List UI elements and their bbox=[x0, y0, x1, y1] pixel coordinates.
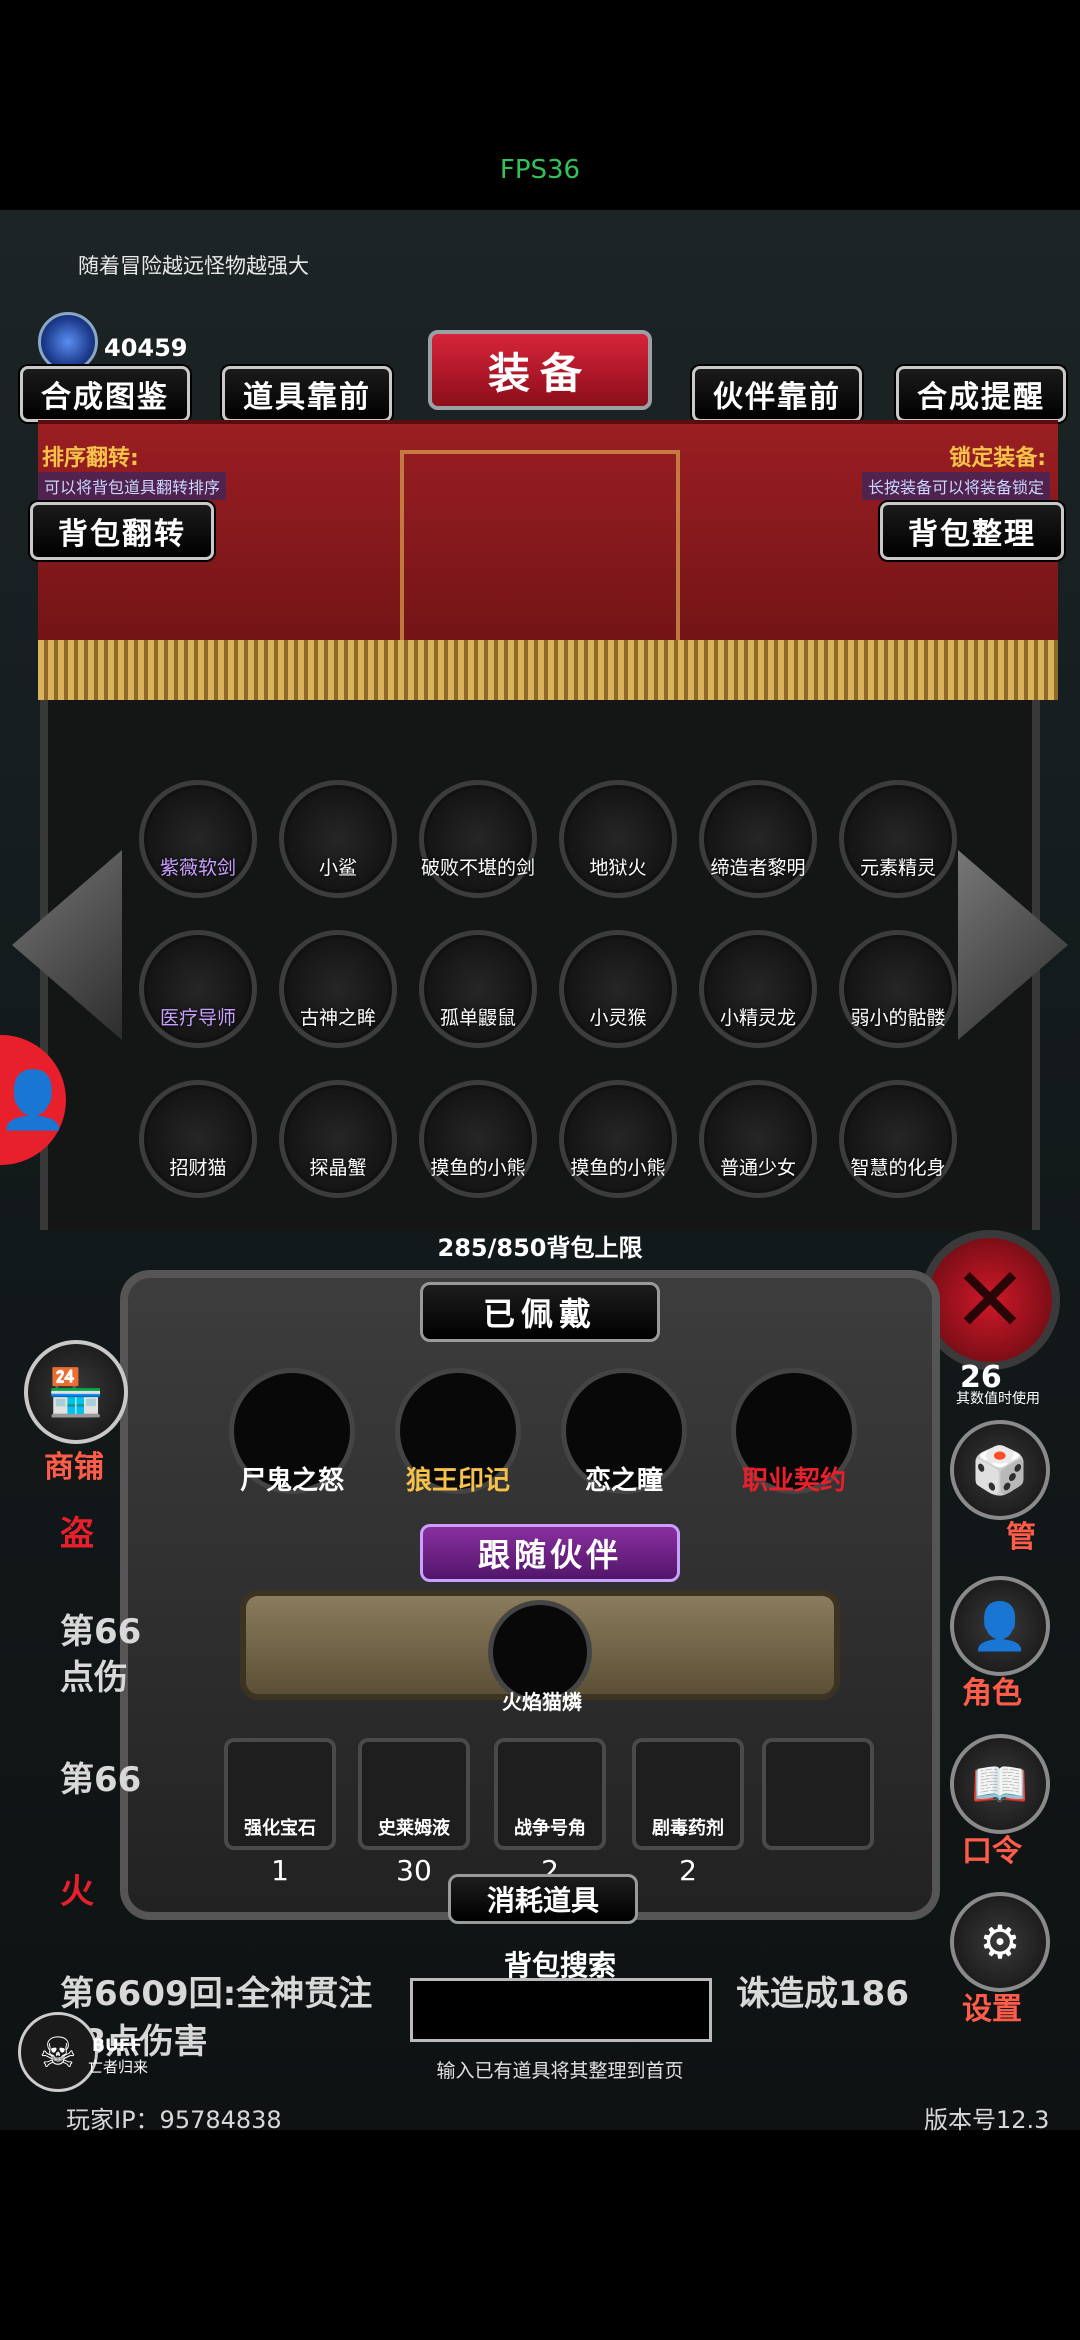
inventory-item-label: 普通少女 bbox=[719, 1157, 796, 1179]
shop-label: 商铺 bbox=[44, 1450, 104, 1485]
inventory-item-label: 元素精灵 bbox=[859, 857, 936, 879]
settings-label: 设置 bbox=[962, 1992, 1022, 2027]
inventory-item-label: 小鲨 bbox=[318, 857, 357, 879]
version-label: 版本号12.3 bbox=[924, 2106, 1050, 2134]
bag-sort-button[interactable]: 背包整理 bbox=[880, 502, 1064, 560]
shop-icon[interactable]: 🏪 bbox=[24, 1340, 128, 1444]
inventory-item-label: 医疗导师 bbox=[159, 1007, 236, 1029]
inventory-item-label: 摸鱼的小熊 bbox=[430, 1157, 526, 1179]
witch-icon[interactable] bbox=[699, 1080, 817, 1198]
equipped-item-label: 尸鬼之怒 bbox=[239, 1466, 344, 1496]
inventory-item-label: 破败不堪的剑 bbox=[420, 857, 535, 879]
inventory-item-label: 紫薇软剑 bbox=[159, 857, 236, 879]
side-value-note: 其数值时使用 bbox=[956, 1391, 1040, 1407]
consumable-label: 剧毒药剂 bbox=[652, 1818, 724, 1839]
scorpion-icon[interactable] bbox=[839, 780, 957, 898]
empty-slot[interactable] bbox=[762, 1738, 874, 1850]
consumables-title: 消耗道具 bbox=[448, 1874, 638, 1924]
fps-counter: FPS36 bbox=[499, 155, 581, 185]
manage-label: 管 bbox=[1006, 1520, 1036, 1555]
adventure-hint: 随着冒险越远怪物越强大 bbox=[78, 254, 309, 278]
inventory-item-label: 孤单鼹鼠 bbox=[439, 1007, 516, 1029]
sort-flip-desc: 可以将背包道具翻转排序 bbox=[38, 472, 227, 500]
sword-icon[interactable] bbox=[139, 780, 257, 898]
dice-icon[interactable]: 🎲 bbox=[950, 1420, 1050, 1520]
partners-first-button[interactable]: 伙伴靠前 bbox=[692, 366, 862, 422]
shark-icon[interactable] bbox=[279, 780, 397, 898]
mole-icon[interactable] bbox=[419, 930, 537, 1048]
lock-equip-desc: 长按装备可以将装备锁定 bbox=[861, 472, 1050, 500]
spirit-icon[interactable] bbox=[839, 1080, 957, 1198]
inventory-item-label: 智慧的化身 bbox=[850, 1157, 946, 1179]
inventory-item-label: 小精灵龙 bbox=[719, 1007, 796, 1029]
log-line-1: 盗 bbox=[60, 1514, 94, 1554]
currency-amount: 40459 bbox=[104, 334, 188, 362]
equipped-item-label: 狼王印记 bbox=[405, 1466, 510, 1496]
bear-icon[interactable] bbox=[559, 1080, 677, 1198]
buff-label: BUFF bbox=[92, 2036, 142, 2056]
follow-partner-title: 跟随伙伴 bbox=[420, 1524, 680, 1582]
fireball-icon[interactable] bbox=[559, 780, 677, 898]
buff-sub: 亡者归来 bbox=[88, 2058, 149, 2076]
eye-icon[interactable] bbox=[279, 930, 397, 1048]
log-line-4: 火 bbox=[60, 1872, 94, 1912]
equipped-item-label: 恋之瞳 bbox=[584, 1466, 663, 1496]
bear-icon[interactable] bbox=[419, 1080, 537, 1198]
bag-capacity: 285/850背包上限 bbox=[437, 1234, 643, 1262]
broken-sword-icon[interactable] bbox=[419, 780, 537, 898]
inventory-item-label: 探晶蟹 bbox=[309, 1157, 367, 1179]
skeleton-icon[interactable] bbox=[839, 930, 957, 1048]
equipment-title: 装备 bbox=[428, 330, 652, 410]
consumable-count: 1 bbox=[271, 1854, 289, 1887]
inventory-item-label: 缔造者黎明 bbox=[710, 857, 806, 879]
banner-fringe bbox=[38, 640, 1058, 700]
synthesis-reminder-button[interactable]: 合成提醒 bbox=[896, 366, 1066, 422]
player-ip: 玩家IP：95784838 bbox=[66, 2106, 282, 2134]
log-line-2a: 第66 bbox=[60, 1612, 142, 1652]
bag-search-hint: 输入已有道具将其整理到首页 bbox=[436, 2060, 684, 2082]
bag-search-input[interactable] bbox=[410, 1978, 712, 2042]
role-label: 角色 bbox=[962, 1676, 1022, 1711]
synthesis-codex-button[interactable]: 合成图鉴 bbox=[20, 366, 190, 422]
healer-icon[interactable] bbox=[139, 930, 257, 1048]
skull-buff-icon[interactable]: ☠ bbox=[18, 2012, 98, 2092]
inventory-item-label: 摸鱼的小熊 bbox=[570, 1157, 666, 1179]
log-line-3: 第66 bbox=[60, 1760, 142, 1800]
inventory-item-label: 小灵猴 bbox=[589, 1007, 647, 1029]
close-button[interactable]: ✕ bbox=[920, 1230, 1060, 1370]
code-book-icon[interactable]: 📖 bbox=[950, 1734, 1050, 1834]
sort-flip-title: 排序翻转: bbox=[42, 446, 139, 471]
crossed-swords-emblem-icon bbox=[400, 450, 680, 650]
dragon-icon[interactable] bbox=[699, 930, 817, 1048]
character-icon[interactable]: 👤 bbox=[950, 1576, 1050, 1676]
consumable-label: 史莱姆液 bbox=[378, 1818, 450, 1839]
consumable-count: 2 bbox=[679, 1854, 697, 1887]
log-line-5b: 诛造成186 bbox=[736, 1974, 909, 2014]
lock-equip-title: 锁定装备: bbox=[949, 446, 1046, 471]
consumable-label: 战争号角 bbox=[514, 1818, 586, 1839]
crystal-gem-icon bbox=[38, 312, 98, 372]
gear-icon[interactable]: ⚙ bbox=[950, 1892, 1050, 1992]
log-line-5: 第6609回:全神贯注 bbox=[60, 1974, 373, 2014]
inventory-item-label: 古神之眸 bbox=[299, 1007, 376, 1029]
consumable-label: 强化宝石 bbox=[244, 1818, 316, 1839]
greatsword-icon[interactable] bbox=[699, 780, 817, 898]
code-label: 口令 bbox=[962, 1834, 1022, 1869]
partner-label: 火焰猫燐 bbox=[502, 1690, 582, 1714]
equipped-item-label: 职业契约 bbox=[741, 1466, 846, 1496]
crab-icon[interactable] bbox=[279, 1080, 397, 1198]
bag-flip-button[interactable]: 背包翻转 bbox=[30, 502, 214, 560]
monkey-icon[interactable] bbox=[559, 930, 677, 1048]
inventory-item-label: 地狱火 bbox=[589, 857, 647, 879]
inventory-item-label: 弱小的骷髅 bbox=[850, 1007, 946, 1029]
inventory-item-label: 招财猫 bbox=[169, 1157, 227, 1179]
log-line-2b: 点伤 bbox=[60, 1658, 128, 1698]
equipped-title: 已佩戴 bbox=[420, 1282, 660, 1342]
items-first-button[interactable]: 道具靠前 bbox=[222, 366, 392, 422]
lucky-cat-icon[interactable] bbox=[139, 1080, 257, 1198]
